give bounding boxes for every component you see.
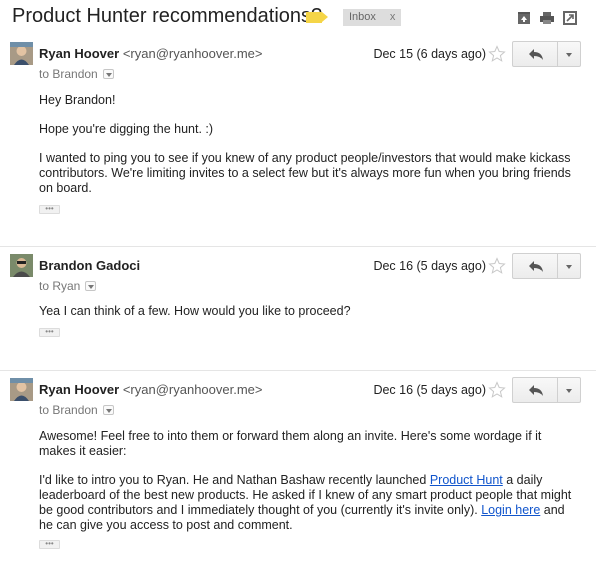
avatar [10,42,33,65]
sender-email: <ryan@ryanhoover.me> [122,46,263,61]
reply-button-group [512,253,581,279]
show-trimmed-content-button[interactable]: ••• [39,328,60,337]
message-body: Hey Brandon! Hope you're digging the hun… [39,93,579,196]
new-window-icon[interactable] [563,11,577,25]
show-trimmed-content-button[interactable]: ••• [39,540,60,549]
show-trimmed-content-button[interactable]: ••• [39,205,60,214]
message-divider [0,370,596,371]
more-options-button[interactable] [557,377,581,403]
reply-button-group [512,377,581,403]
remove-label-button[interactable]: x [390,11,396,23]
reply-icon [529,385,543,396]
reply-button[interactable] [512,41,558,67]
body-paragraph: I'd like to intro you to Ryan. He and Na… [39,473,579,533]
show-details-icon[interactable] [102,405,114,415]
thread-subject: Product Hunter recommendations? [12,5,323,27]
login-here-link[interactable]: Login here [481,503,540,517]
message-date: Dec 15 (6 days ago) [373,47,486,61]
avatar [10,378,33,401]
body-paragraph: Hey Brandon! [39,93,116,107]
star-icon[interactable] [488,257,506,275]
sender-name: Brandon Gadoci [39,258,141,273]
message-body: Yea I can think of a few. How would you … [39,304,579,319]
inbox-label-chip[interactable]: Inbox x [343,9,402,26]
show-details-icon[interactable] [102,69,114,79]
reply-icon [529,261,543,272]
sender-name: Ryan Hoover [39,382,120,397]
avatar [10,254,33,277]
recipient-text: to Brandon [39,403,98,417]
more-options-button[interactable] [557,41,581,67]
reply-icon [529,49,543,60]
sender-line: Ryan Hoover <ryan@ryanhoover.me> [39,382,263,397]
recipient-text: to Ryan [39,279,81,293]
reply-button[interactable] [512,253,558,279]
sender-email: <ryan@ryanhoover.me> [122,382,263,397]
recipient-text: to Brandon [39,67,98,81]
message-body: Awesome! Feel free to into them or forwa… [39,429,579,533]
star-icon[interactable] [488,45,506,63]
message-divider [0,246,596,247]
recipient-line: to Ryan [39,279,97,293]
inbox-label-text: Inbox [349,11,376,23]
star-icon[interactable] [488,381,506,399]
recipient-line: to Brandon [39,403,114,417]
product-hunt-link[interactable]: Product Hunt [430,473,503,487]
reply-button-group [512,41,581,67]
recipient-line: to Brandon [39,67,114,81]
body-paragraph: Awesome! Feel free to into them or forwa… [39,429,542,458]
body-text-span: I'd like to intro you to Ryan. He and Na… [39,473,430,487]
sender-line: Ryan Hoover <ryan@ryanhoover.me> [39,46,263,61]
sender-name: Ryan Hoover [39,46,120,61]
archive-icon[interactable] [517,11,531,25]
print-icon[interactable] [540,11,554,25]
thread-header: Product Hunter recommendations? Inbox x [0,0,596,36]
important-marker-icon[interactable] [306,12,328,23]
sender-line: Brandon Gadoci [39,258,140,273]
message-date: Dec 16 (5 days ago) [373,259,486,273]
show-details-icon[interactable] [85,281,97,291]
body-paragraph: I wanted to ping you to see if you knew … [39,151,571,195]
reply-button[interactable] [512,377,558,403]
more-options-button[interactable] [557,253,581,279]
message-date: Dec 16 (5 days ago) [373,383,486,397]
body-paragraph: Yea I can think of a few. How would you … [39,304,351,318]
body-paragraph: Hope you're digging the hunt. :) [39,122,214,136]
